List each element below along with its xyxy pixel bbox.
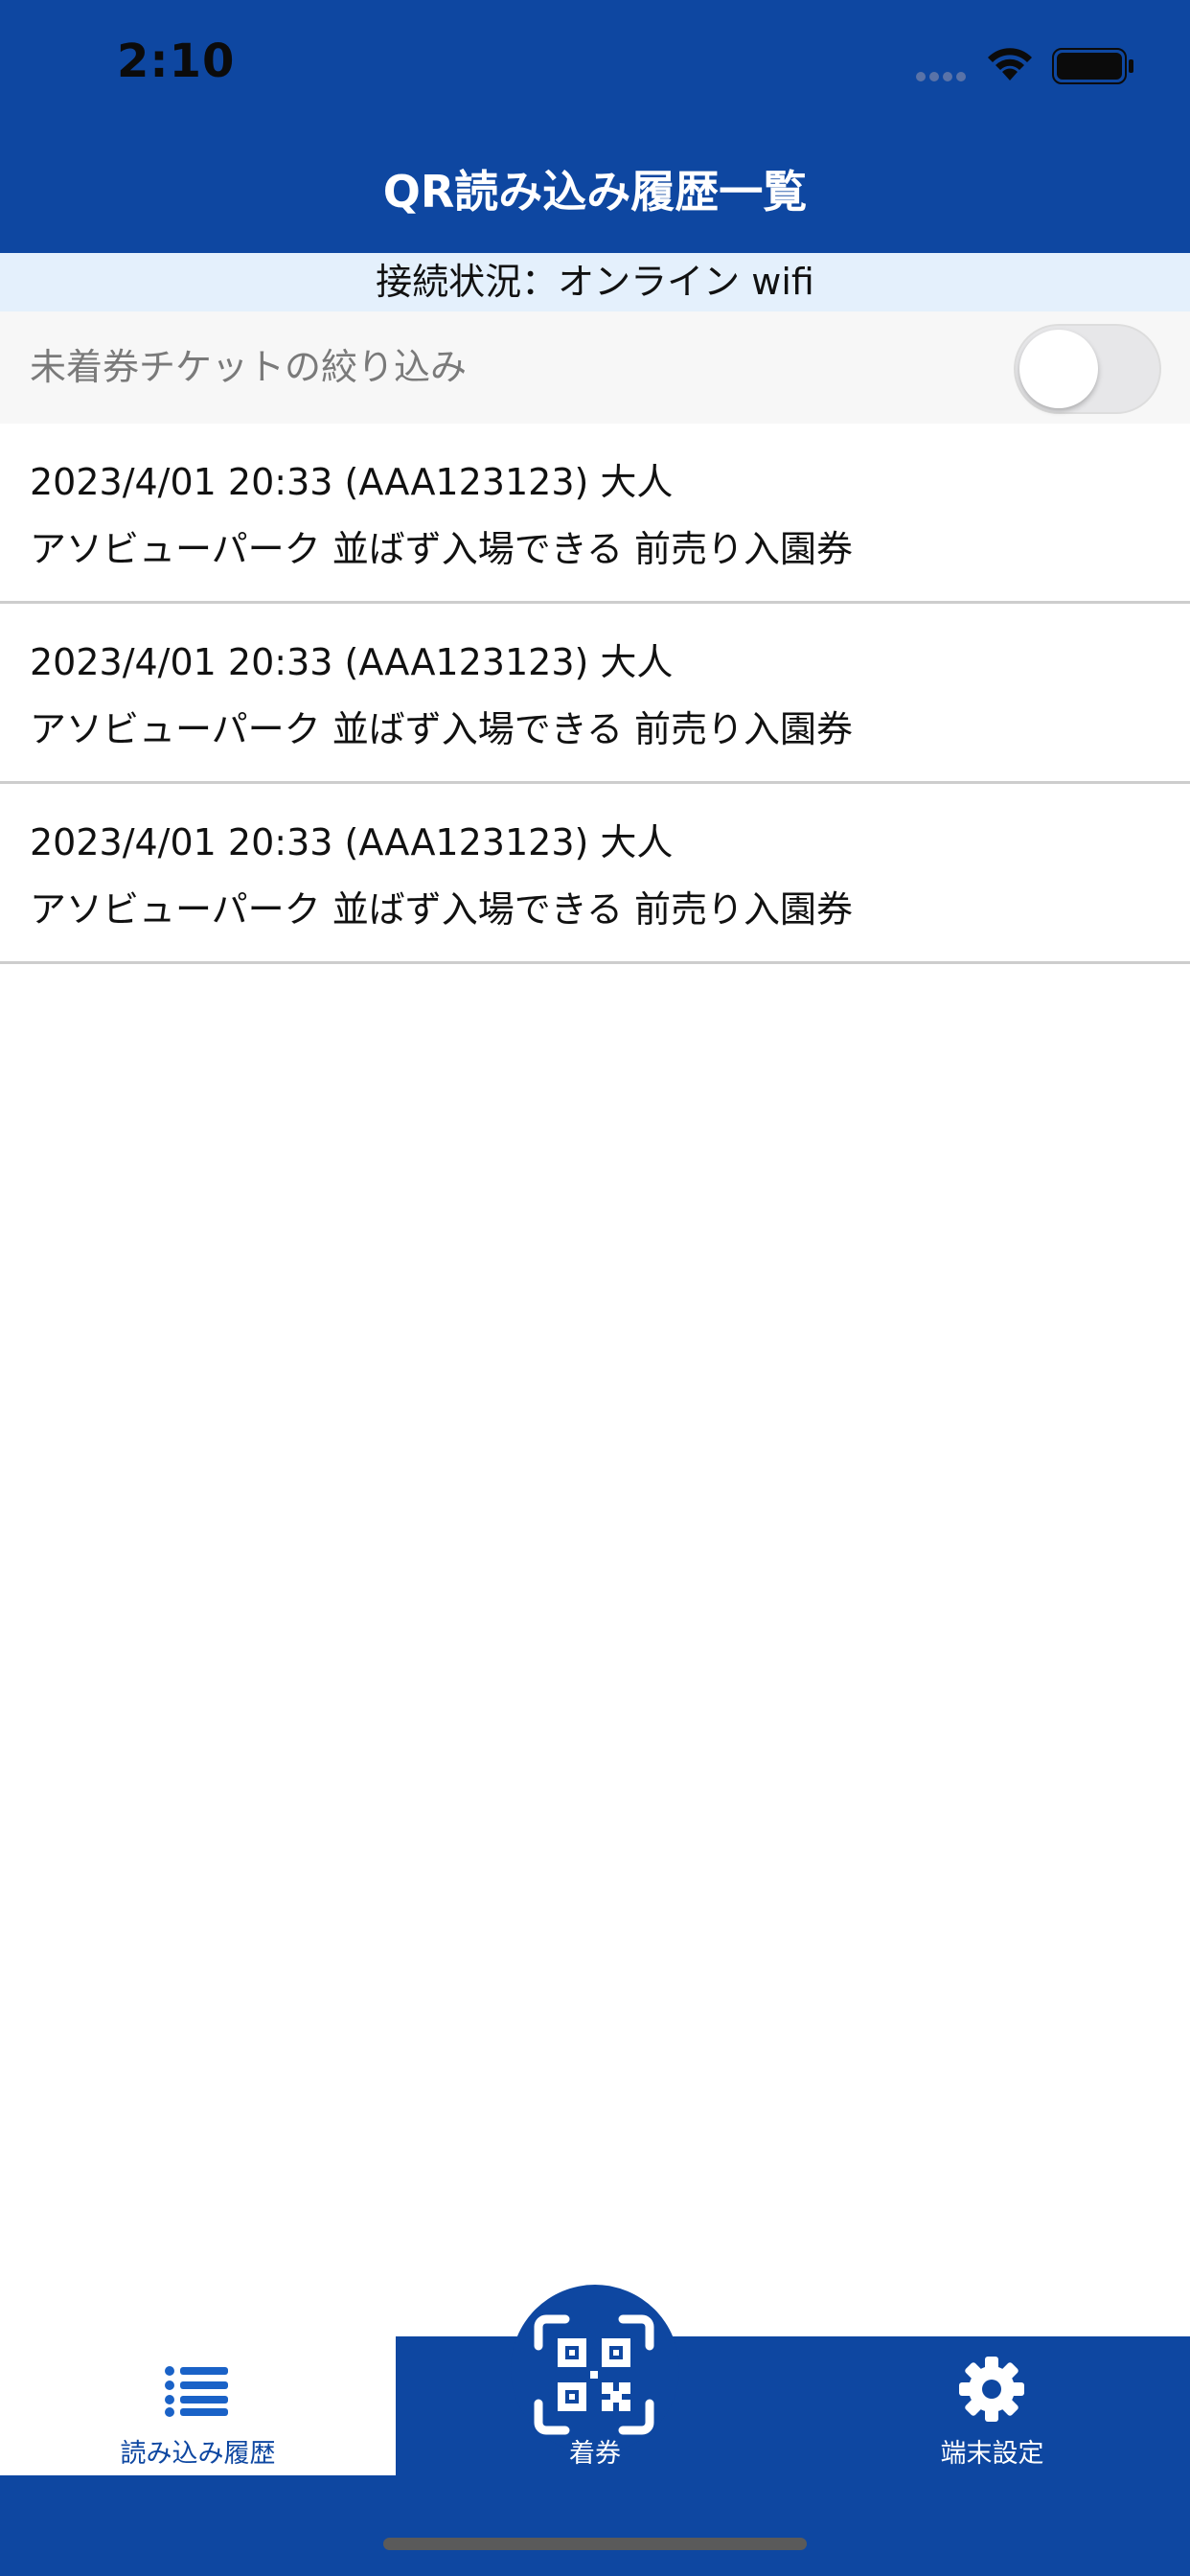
gear-icon[interactable] [958, 2356, 1025, 2423]
battery-icon [1052, 48, 1133, 84]
tab-settings-label: 端末設定 [940, 2439, 1044, 2469]
history-list-item[interactable]: 2023/4/01 20:33 (AAA123123) 大人 アソビューパーク … [0, 604, 1190, 784]
history-list-item[interactable]: 2023/4/01 20:33 (AAA123123) 大人 アソビューパーク … [0, 784, 1190, 964]
history-item-datetime-code: 2023/4/01 20:33 (AAA123123) 大人 [30, 641, 674, 683]
qr-code-icon [534, 2314, 654, 2435]
tab-scan-label: 着券 [569, 2439, 621, 2469]
history-item-ticket-name: アソビューパーク 並ばず入場できる 前売り入園券 [30, 528, 854, 570]
tab-history[interactable]: 読み込み履歴 [0, 2336, 396, 2475]
list-icon [165, 2366, 228, 2417]
status-time: 2:10 [117, 34, 236, 88]
history-list-item[interactable]: 2023/4/01 20:33 (AAA123123) 大人 アソビューパーク … [0, 424, 1190, 604]
toggle-knob [1019, 330, 1098, 408]
unredeemed-filter-toggle[interactable] [1014, 324, 1161, 414]
history-list: 2023/4/01 20:33 (AAA123123) 大人 アソビューパーク … [0, 424, 1190, 964]
filter-label: 未着券チケットの絞り込み [30, 346, 468, 388]
cellular-signal-icon [916, 72, 970, 81]
tab-history-label: 読み込み履歴 [120, 2439, 276, 2469]
navigation-bar: 2:10 QR読み込み履歴一覧 [0, 0, 1190, 253]
wifi-icon [988, 48, 1032, 80]
history-item-datetime-code: 2023/4/01 20:33 (AAA123123) 大人 [30, 461, 674, 503]
page-title: QR読み込み履歴一覧 [382, 166, 808, 218]
home-indicator [383, 2538, 807, 2550]
history-item-datetime-code: 2023/4/01 20:33 (AAA123123) 大人 [30, 821, 674, 863]
filter-row: 未着券チケットの絞り込み [0, 311, 1190, 424]
history-item-ticket-name: アソビューパーク 並ばず入場できる 前売り入園券 [30, 888, 854, 931]
connection-status-banner: 接続状況：オンライン wifi [0, 253, 1190, 311]
history-item-ticket-name: アソビューパーク 並ばず入場できる 前売り入園券 [30, 708, 854, 750]
